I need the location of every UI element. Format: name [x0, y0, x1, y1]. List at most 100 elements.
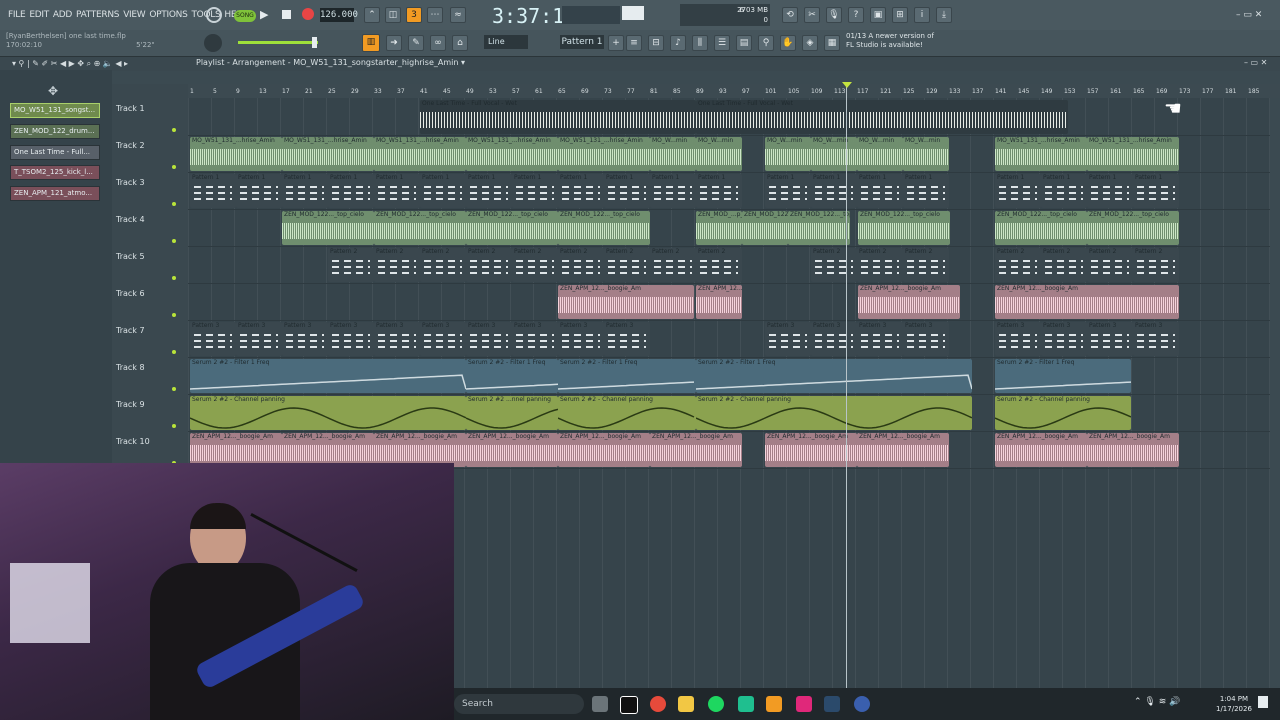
audio-clip[interactable]: ZEN_MOD_122..._top_cielo — [858, 211, 950, 245]
clip-source-item[interactable]: T_TSOM2_125_kick_l... — [10, 165, 100, 180]
pattern-clip[interactable]: Pattern 1 — [190, 174, 236, 208]
track-name[interactable]: Track 1 — [116, 104, 145, 113]
track-lane[interactable]: One Last Time - Full Vocal - Wet One Last… — [188, 98, 1270, 136]
pattern-clip[interactable]: Pattern 3 — [604, 322, 650, 356]
track-lane[interactable]: Pattern 2 Pattern 2 Pattern 2 Pattern 2 Patt… — [188, 246, 1270, 284]
pattern-clip[interactable]: Pattern 1 — [1133, 174, 1179, 208]
loop-icon[interactable] — [206, 7, 222, 23]
step-edit-icon[interactable]: ⋯ — [427, 7, 443, 23]
audio-clip[interactable]: ZEN_APM_12..._boogie_Am — [995, 285, 1179, 319]
reset-icon[interactable]: ⟲ — [782, 7, 798, 23]
link-icon[interactable]: ∞ — [430, 35, 446, 51]
automation-clip[interactable]: Serum 2 #2 - Channel panning — [995, 396, 1131, 430]
pattern-clip[interactable]: Pattern 1 — [512, 174, 558, 208]
pattern-clip[interactable]: Pattern 1 — [466, 174, 512, 208]
metronome-icon[interactable]: ⌃ — [364, 7, 380, 23]
audio-clip[interactable]: MO_W51_131_...hrise_Amin — [374, 137, 466, 171]
pattern-clip[interactable]: Pattern 3 — [420, 322, 466, 356]
wait-input-icon[interactable]: ◫ — [385, 7, 401, 23]
video-icon[interactable]: ◈ — [802, 35, 818, 51]
save-icon[interactable]: ▣ — [870, 7, 886, 23]
master-pitch-knob[interactable] — [204, 34, 222, 52]
track-name[interactable]: Track 9 — [116, 400, 145, 409]
track-mute-led[interactable] — [172, 202, 176, 206]
playlist-icon[interactable]: ≡ — [626, 35, 642, 51]
pattern-clip[interactable]: Pattern 2 — [1087, 248, 1133, 282]
song-mode-toggle[interactable]: SONG — [234, 10, 256, 22]
track-mute-led[interactable] — [172, 350, 176, 354]
pattern-selector[interactable]: Pattern 1 — [560, 35, 604, 49]
notification-icon[interactable] — [1258, 696, 1268, 708]
audio-clip[interactable]: ZEN_APM_12..._boogie_Am — [696, 285, 742, 319]
track-name[interactable]: Track 7 — [116, 326, 145, 335]
audio-clip[interactable]: ZEN_APM_12..._boogie_Am — [558, 285, 694, 319]
pattern-clip[interactable]: Pattern 2 — [1133, 248, 1179, 282]
track-name[interactable]: Track 5 — [116, 252, 145, 261]
pattern-clip[interactable]: Pattern 3 — [236, 322, 282, 356]
fl-studio-icon[interactable] — [766, 696, 782, 712]
clip-source-item[interactable]: ZEN_APM_121_atmo... — [10, 186, 100, 201]
audio-clip[interactable]: ZEN_MOD_122..._top_cielo — [558, 211, 650, 245]
automation-clip[interactable]: Serum 2 #2 - Channel panning — [558, 396, 696, 430]
pattern-clip[interactable]: Pattern 2 — [857, 248, 903, 282]
pattern-clip[interactable]: Pattern 3 — [903, 322, 949, 356]
menu-edit[interactable]: EDIT — [27, 10, 51, 20]
audio-clip[interactable]: MO_W...min — [811, 137, 857, 171]
audio-clip[interactable]: One Last Time - Full Vocal - Wet — [420, 100, 696, 134]
pattern-clip[interactable]: Pattern 1 — [857, 174, 903, 208]
pattern-clip[interactable]: Pattern 1 — [1041, 174, 1087, 208]
pattern-clip[interactable]: Pattern 1 — [696, 174, 742, 208]
audio-clip[interactable]: ZEN_MOD_122..._top_cielo — [995, 211, 1087, 245]
audio-clip[interactable]: ZEN_APM_12..._boogie_Am — [190, 433, 282, 467]
pattern-clip[interactable]: Pattern 2 — [811, 248, 857, 282]
menu-view[interactable]: VIEW — [121, 10, 147, 20]
update-notice[interactable]: 01/13 A newer version of FL Studio is av… — [846, 32, 934, 50]
audio-clip[interactable]: ZEN_APM_12..._boogie_Am — [1087, 433, 1179, 467]
file-explorer-icon[interactable] — [678, 696, 694, 712]
cut-icon[interactable]: ✂ — [804, 7, 820, 23]
pattern-clip[interactable]: Pattern 2 — [903, 248, 949, 282]
spotify-icon[interactable] — [708, 696, 724, 712]
pattern-clip[interactable]: Pattern 2 — [466, 248, 512, 282]
audio-clip[interactable]: One Last Time - Full Vocal - Wet — [696, 100, 1068, 134]
blend-notes-icon[interactable]: ≈ — [450, 7, 466, 23]
automation-clip[interactable]: Serum 2 #2 - Channel panning — [696, 396, 972, 430]
menu-patterns[interactable]: PATTERNS — [74, 10, 121, 20]
audio-clip[interactable]: MO_W51_131_...hrise_Amin — [1087, 137, 1179, 171]
pattern-clip[interactable]: Pattern 1 — [236, 174, 282, 208]
track-name[interactable]: Track 6 — [116, 289, 145, 298]
track-name[interactable]: Track 10 — [116, 437, 150, 446]
audio-clip[interactable]: MO_W51_131_...hrise_Amin — [466, 137, 558, 171]
track-lane[interactable]: ZEN_MOD_122..._top_cielo ZEN_MOD_122..._t… — [188, 209, 1270, 247]
pattern-clip[interactable]: Pattern 3 — [374, 322, 420, 356]
pattern-clip[interactable]: Pattern 3 — [857, 322, 903, 356]
pattern-clip[interactable]: Pattern 2 — [696, 248, 742, 282]
pattern-clip[interactable]: Pattern 2 — [374, 248, 420, 282]
tuner-icon[interactable]: ⚲ — [758, 35, 774, 51]
task-view-icon[interactable] — [592, 696, 608, 712]
track-mute-led[interactable] — [172, 313, 176, 317]
audio-clip[interactable]: MO_W...min — [650, 137, 696, 171]
pattern-clip[interactable]: Pattern 2 — [1041, 248, 1087, 282]
menu-add[interactable]: ADD — [51, 10, 74, 20]
countdown-icon[interactable]: 3 — [406, 7, 422, 23]
pattern-clip[interactable]: Pattern 1 — [995, 174, 1041, 208]
pattern-clip[interactable]: Pattern 3 — [1041, 322, 1087, 356]
audio-clip[interactable]: ZEN_MOD_122..._top_cielo — [282, 211, 374, 245]
mixer-icon[interactable]: ⫼ — [692, 35, 708, 51]
audio-clip[interactable]: ZEN_APM_12..._boogie_Am — [857, 433, 949, 467]
pattern-clip[interactable]: Pattern 1 — [1087, 174, 1133, 208]
track-lane[interactable]: MO_W51_131_...hrise_Amin MO_W51_131_...hr… — [188, 135, 1270, 173]
pattern-clip[interactable]: Pattern 3 — [328, 322, 374, 356]
track-lane[interactable]: Serum 2 #2 - Channel panning Serum 2 #2 .… — [188, 394, 1270, 432]
pattern-clip[interactable]: Pattern 2 — [558, 248, 604, 282]
automation-clip[interactable]: Serum 2 #2 - Filter 1 Freq — [190, 359, 466, 393]
plugin-picker-icon[interactable]: ▤ — [736, 35, 752, 51]
audio-clip[interactable]: MO_W...min — [903, 137, 949, 171]
audio-clip[interactable]: ZEN_MOD_122..._top_cielo — [466, 211, 558, 245]
track-mute-led[interactable] — [172, 239, 176, 243]
system-tray-icons[interactable]: ⌃ 🎙 ≋ 🔊 — [1134, 697, 1180, 707]
pattern-clip[interactable]: Pattern 1 — [903, 174, 949, 208]
audio-clip[interactable]: ZEN_MOD_122..._top_cielo — [742, 211, 788, 245]
audio-clip[interactable]: ZEN_MOD_122..._top_cielo — [374, 211, 466, 245]
